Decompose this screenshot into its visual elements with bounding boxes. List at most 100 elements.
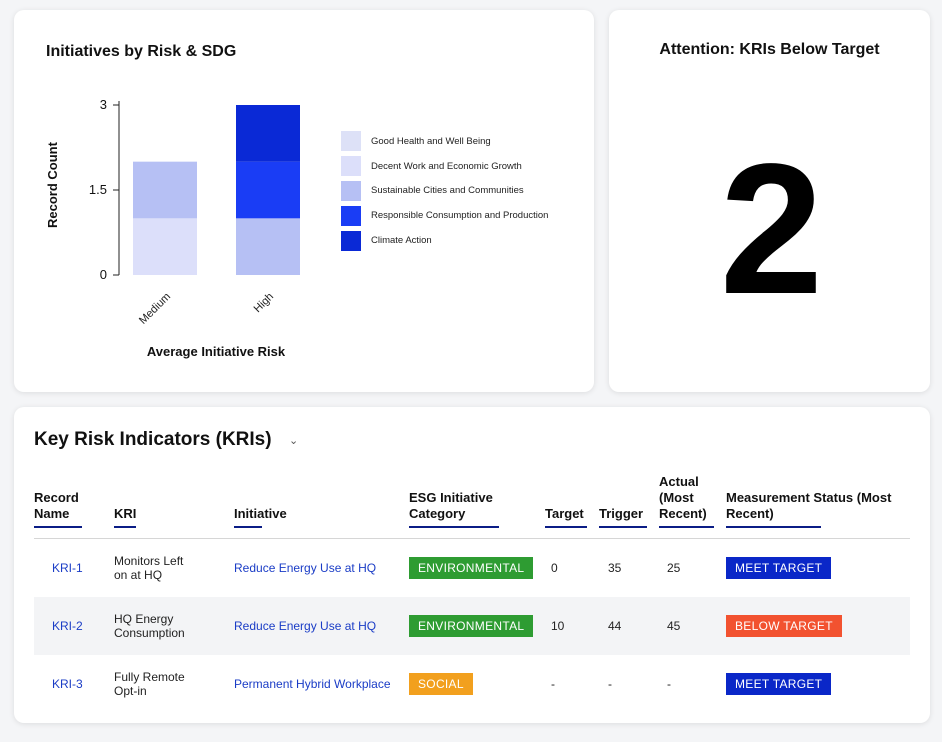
table-cell: Fully Remote Opt-in (114, 655, 234, 713)
table-cell: 10 (545, 597, 599, 655)
table-cell: Reduce Energy Use at HQ (234, 539, 409, 598)
column-header-underline (234, 526, 262, 528)
column-header[interactable]: Trigger (599, 465, 659, 539)
legend-item[interactable]: Sustainable Cities and Communities (341, 179, 548, 204)
column-header-underline (659, 526, 714, 528)
legend-label: Responsible Consumption and Production (371, 210, 549, 222)
x-tick-label: Medium (137, 291, 173, 327)
initiative-link[interactable]: Reduce Energy Use at HQ (234, 619, 376, 633)
legend-swatch (341, 156, 361, 177)
column-header-label: Record Name (34, 490, 79, 521)
column-header-underline (409, 526, 499, 528)
column-header-label: KRI (114, 506, 137, 521)
kri-name: Fully Remote Opt-in (114, 670, 185, 698)
legend-item[interactable]: Decent Work and Economic Growth (341, 154, 548, 179)
target-value: - (551, 677, 555, 691)
table-cell: 44 (599, 597, 659, 655)
status-badge: BELOW TARGET (726, 615, 842, 637)
bar-segment[interactable] (236, 218, 300, 275)
record-link[interactable]: KRI-2 (52, 619, 83, 633)
table-cell: KRI-2 (34, 597, 114, 655)
legend-item[interactable]: Responsible Consumption and Production (341, 203, 548, 228)
legend-swatch (341, 205, 361, 226)
record-link[interactable]: KRI-3 (52, 677, 83, 691)
column-header[interactable]: Target (545, 465, 599, 539)
trigger-value: - (608, 677, 612, 691)
kri-table-card: Key Risk Indicators (KRIs) ⌄ Record Name… (14, 407, 930, 723)
column-header-label: Actual (Most Recent) (659, 474, 707, 521)
initiative-link[interactable]: Reduce Energy Use at HQ (234, 561, 376, 575)
actual-value: 25 (667, 561, 681, 575)
category-badge: ENVIRONMENTAL (409, 615, 534, 637)
legend-swatch (341, 180, 361, 201)
chart-legend: Good Health and Well Being Decent Work an… (341, 129, 548, 253)
table-cell: 25 (659, 539, 726, 598)
column-header-underline (545, 526, 587, 528)
table-cell: BELOW TARGET (726, 597, 910, 655)
bar-segment[interactable] (236, 105, 300, 162)
status-badge: MEET TARGET (726, 673, 832, 695)
y-tick-label: 1.5 (89, 182, 107, 197)
column-header[interactable]: Actual (Most Recent) (659, 465, 726, 539)
table-cell: Permanent Hybrid Workplace (234, 655, 409, 713)
target-value: 10 (551, 619, 565, 633)
table-cell: - (545, 655, 599, 713)
table-header-row: Record Name KRI Initiative ESG Initiative C… (34, 465, 910, 539)
chart-card: Initiatives by Risk & SDG 3 1.5 0 Medium Hig… (14, 10, 594, 392)
table-cell: 0 (545, 539, 599, 598)
table-cell: ENVIRONMENTAL (409, 539, 545, 598)
bar-segment[interactable] (133, 218, 197, 275)
x-tick-label: High (252, 291, 276, 315)
column-header[interactable]: Measurement Status (Most Recent) (726, 465, 910, 539)
kpi-card: Attention: KRIs Below Target 2 (609, 10, 930, 392)
table-cell: Reduce Energy Use at HQ (234, 597, 409, 655)
table-cell: SOCIAL (409, 655, 545, 713)
y-tick-label: 3 (100, 97, 107, 112)
column-header-label: ESG Initiative Category (409, 490, 493, 521)
table-cell: MEET TARGET (726, 655, 910, 713)
table-cell: HQ Energy Consumption (114, 597, 234, 655)
column-header[interactable]: ESG Initiative Category (409, 465, 545, 539)
table-body: KRI-1 Monitors Left on at HQ Reduce Energy… (34, 539, 910, 714)
trigger-value: 44 (608, 619, 622, 633)
column-header-label: Initiative (234, 506, 287, 521)
column-header-label: Trigger (599, 506, 644, 521)
initiative-link[interactable]: Permanent Hybrid Workplace (234, 677, 391, 691)
column-header-underline (34, 526, 82, 528)
legend-label: Sustainable Cities and Communities (371, 185, 524, 197)
column-header-underline (599, 526, 647, 528)
target-value: 0 (551, 561, 558, 575)
status-badge: MEET TARGET (726, 557, 832, 579)
bar-segment[interactable] (133, 161, 197, 219)
table-row[interactable]: KRI-1 Monitors Left on at HQ Reduce Energy… (34, 539, 910, 598)
column-header[interactable]: KRI (114, 465, 234, 539)
kri-name: Monitors Left on at HQ (114, 554, 184, 582)
column-header-underline (114, 526, 136, 528)
column-header-label: Measurement Status (Most Recent) (726, 490, 892, 521)
kri-name: HQ Energy Consumption (114, 612, 185, 640)
record-link[interactable]: KRI-1 (52, 561, 83, 575)
table-row[interactable]: KRI-3 Fully Remote Opt-in Permanent Hybrid… (34, 655, 910, 713)
column-header[interactable]: Record Name (34, 465, 114, 539)
category-badge: ENVIRONMENTAL (409, 557, 534, 579)
actual-value: 45 (667, 619, 681, 633)
column-header[interactable]: Initiative (234, 465, 409, 539)
y-tick-label: 0 (100, 267, 107, 282)
legend-label: Good Health and Well Being (371, 135, 491, 147)
legend-item[interactable]: Climate Action (341, 228, 548, 253)
legend-swatch (341, 230, 361, 251)
table-cell: KRI-1 (34, 539, 114, 598)
column-header-underline (726, 526, 821, 528)
column-header-label: Target (545, 506, 584, 521)
table-cell: 35 (599, 539, 659, 598)
bar-segment[interactable] (236, 161, 300, 219)
table-row[interactable]: KRI-2 HQ Energy Consumption Reduce Energy … (34, 597, 910, 655)
legend-label: Decent Work and Economic Growth (371, 160, 522, 172)
x-axis-title: Average Initiative Risk (147, 344, 286, 359)
table-cell: KRI-3 (34, 655, 114, 713)
actual-value: - (667, 677, 671, 691)
chevron-down-icon[interactable]: ⌄ (289, 434, 298, 447)
table-cell: - (599, 655, 659, 713)
legend-item[interactable]: Good Health and Well Being (341, 129, 548, 154)
kpi-value: 2 (719, 126, 823, 333)
